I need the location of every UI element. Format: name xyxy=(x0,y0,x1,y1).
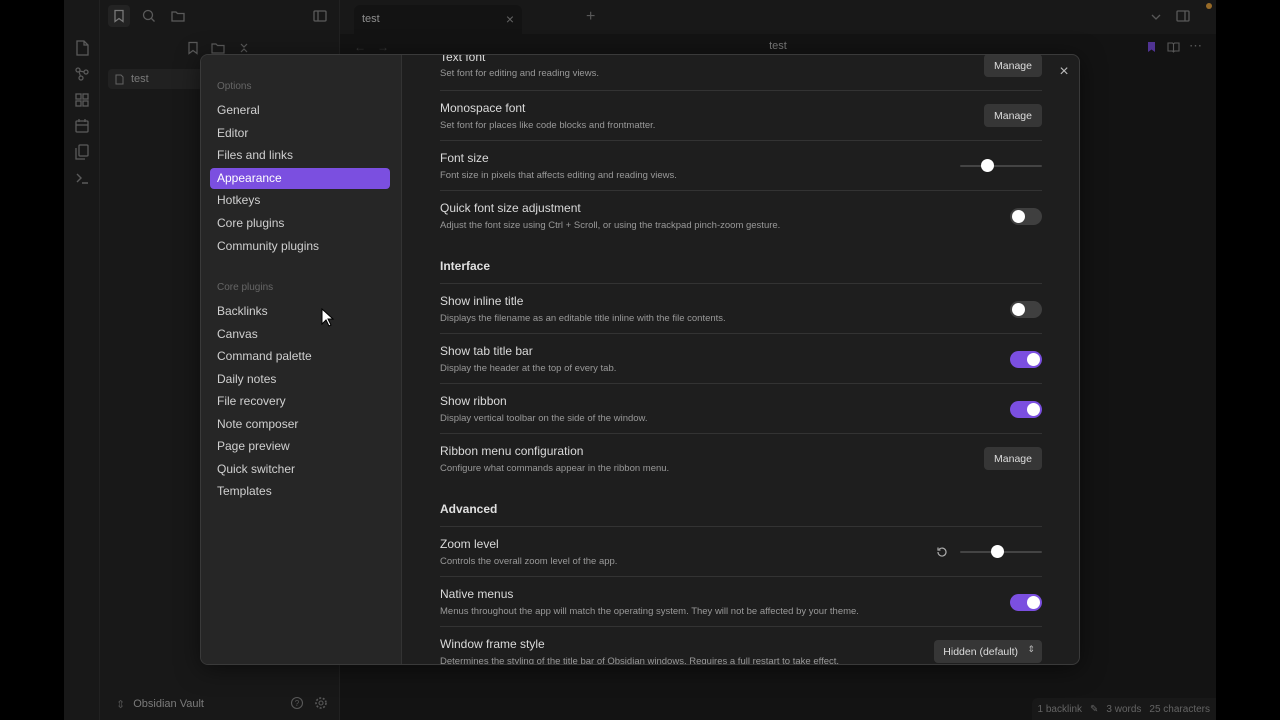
setting-ribbon-menu-configuration: Ribbon menu configuration Configure what… xyxy=(440,433,1042,483)
setting-zoom-level: Zoom level Controls the overall zoom lev… xyxy=(440,526,1042,576)
nav-item-quick-switcher[interactable]: Quick switcher xyxy=(210,459,390,480)
settings-nav: Options General Editor Files and links A… xyxy=(201,55,402,664)
toggle-knob xyxy=(1027,596,1040,609)
nav-item-file-recovery[interactable]: File recovery xyxy=(210,391,390,412)
chevron-updown-icon: ⇕ xyxy=(1027,644,1035,654)
zoom-level-slider[interactable] xyxy=(960,545,1042,559)
setting-desc: Font size in pixels that affects editing… xyxy=(440,170,677,181)
nav-item-editor[interactable]: Editor xyxy=(210,123,390,144)
setting-name: Show tab title bar xyxy=(440,344,533,358)
setting-name: Quick font size adjustment xyxy=(440,201,581,215)
toggle-knob xyxy=(1027,353,1040,366)
setting-quick-font-size: Quick font size adjustment Adjust the fo… xyxy=(440,190,1042,240)
setting-name: Show ribbon xyxy=(440,394,507,408)
slider-thumb[interactable] xyxy=(990,545,1004,558)
quick-font-size-toggle[interactable] xyxy=(1010,208,1042,225)
setting-name: Ribbon menu configuration xyxy=(440,444,584,458)
nav-item-canvas[interactable]: Canvas xyxy=(210,324,390,345)
setting-desc: Adjust the font size using Ctrl + Scroll… xyxy=(440,220,781,231)
show-inline-title-toggle[interactable] xyxy=(1010,301,1042,318)
setting-desc: Display vertical toolbar on the side of … xyxy=(440,413,648,424)
setting-desc: Set font for editing and reading views. xyxy=(440,68,599,79)
section-advanced: Advanced xyxy=(440,502,498,516)
nav-item-appearance[interactable]: Appearance xyxy=(210,168,390,189)
nav-group-options: Options xyxy=(217,81,252,92)
reset-icon[interactable] xyxy=(935,545,949,559)
toggle-knob xyxy=(1027,403,1040,416)
setting-font-size: Font size Font size in pixels that affec… xyxy=(440,140,1042,190)
nav-item-hotkeys[interactable]: Hotkeys xyxy=(210,190,390,211)
setting-desc: Menus throughout the app will match the … xyxy=(440,606,859,617)
font-size-slider[interactable] xyxy=(960,159,1042,173)
mouse-cursor-icon xyxy=(321,308,335,327)
text-font-manage-button[interactable]: Manage xyxy=(984,55,1042,77)
setting-name: Zoom level xyxy=(440,537,499,551)
monospace-font-manage-button[interactable]: Manage xyxy=(984,104,1042,127)
setting-desc: Determines the styling of the title bar … xyxy=(440,656,840,665)
setting-desc: Displays the filename as an editable tit… xyxy=(440,313,726,324)
setting-name: Show inline title xyxy=(440,294,524,308)
nav-item-community-plugins[interactable]: Community plugins xyxy=(210,236,390,257)
setting-desc: Controls the overall zoom level of the a… xyxy=(440,556,618,567)
nav-item-command-palette[interactable]: Command palette xyxy=(210,346,390,367)
setting-desc: Set font for places like code blocks and… xyxy=(440,120,656,131)
window-frame-style-select[interactable]: Hidden (default) ⇕ xyxy=(934,640,1042,663)
nav-item-files-and-links[interactable]: Files and links xyxy=(210,145,390,166)
setting-window-frame-style: Window frame style Determines the stylin… xyxy=(440,626,1042,665)
setting-name: Font size xyxy=(440,151,489,165)
nav-group-core-plugins: Core plugins xyxy=(217,282,274,293)
setting-name: Text font xyxy=(440,55,486,64)
settings-content: Text font Set font for editing and readi… xyxy=(402,55,1079,665)
nav-item-daily-notes[interactable]: Daily notes xyxy=(210,369,390,390)
setting-desc: Configure what commands appear in the ri… xyxy=(440,463,670,474)
slider-thumb[interactable] xyxy=(981,159,995,172)
settings-modal: Options General Editor Files and links A… xyxy=(200,54,1080,665)
native-menus-toggle[interactable] xyxy=(1010,594,1042,611)
toggle-knob xyxy=(1012,210,1025,223)
setting-native-menus: Native menus Menus throughout the app wi… xyxy=(440,576,1042,626)
setting-desc: Display the header at the top of every t… xyxy=(440,363,617,374)
slider-track xyxy=(960,165,1042,167)
show-ribbon-toggle[interactable] xyxy=(1010,401,1042,418)
nav-item-backlinks[interactable]: Backlinks xyxy=(210,301,390,322)
section-interface: Interface xyxy=(440,259,491,273)
nav-item-core-plugins[interactable]: Core plugins xyxy=(210,213,390,234)
nav-item-templates[interactable]: Templates xyxy=(210,481,390,502)
setting-name: Window frame style xyxy=(440,637,545,651)
modal-close-icon[interactable]: × xyxy=(1053,61,1075,83)
setting-monospace-font: Monospace font Set font for places like … xyxy=(440,90,1042,140)
nav-item-page-preview[interactable]: Page preview xyxy=(210,436,390,457)
setting-show-inline-title: Show inline title Displays the filename … xyxy=(440,283,1042,333)
toggle-knob xyxy=(1012,303,1025,316)
nav-item-note-composer[interactable]: Note composer xyxy=(210,414,390,435)
setting-show-ribbon: Show ribbon Display vertical toolbar on … xyxy=(440,383,1042,433)
select-value: Hidden (default) xyxy=(943,645,1018,658)
setting-name: Monospace font xyxy=(440,101,526,115)
setting-name: Native menus xyxy=(440,587,514,601)
setting-show-tab-title-bar: Show tab title bar Display the header at… xyxy=(440,333,1042,383)
ribbon-menu-manage-button[interactable]: Manage xyxy=(984,447,1042,470)
obsidian-app: test ⇕ Obsidian Vault ? test × + test ← … xyxy=(64,0,1216,720)
nav-item-general[interactable]: General xyxy=(210,100,390,121)
show-tab-title-bar-toggle[interactable] xyxy=(1010,351,1042,368)
